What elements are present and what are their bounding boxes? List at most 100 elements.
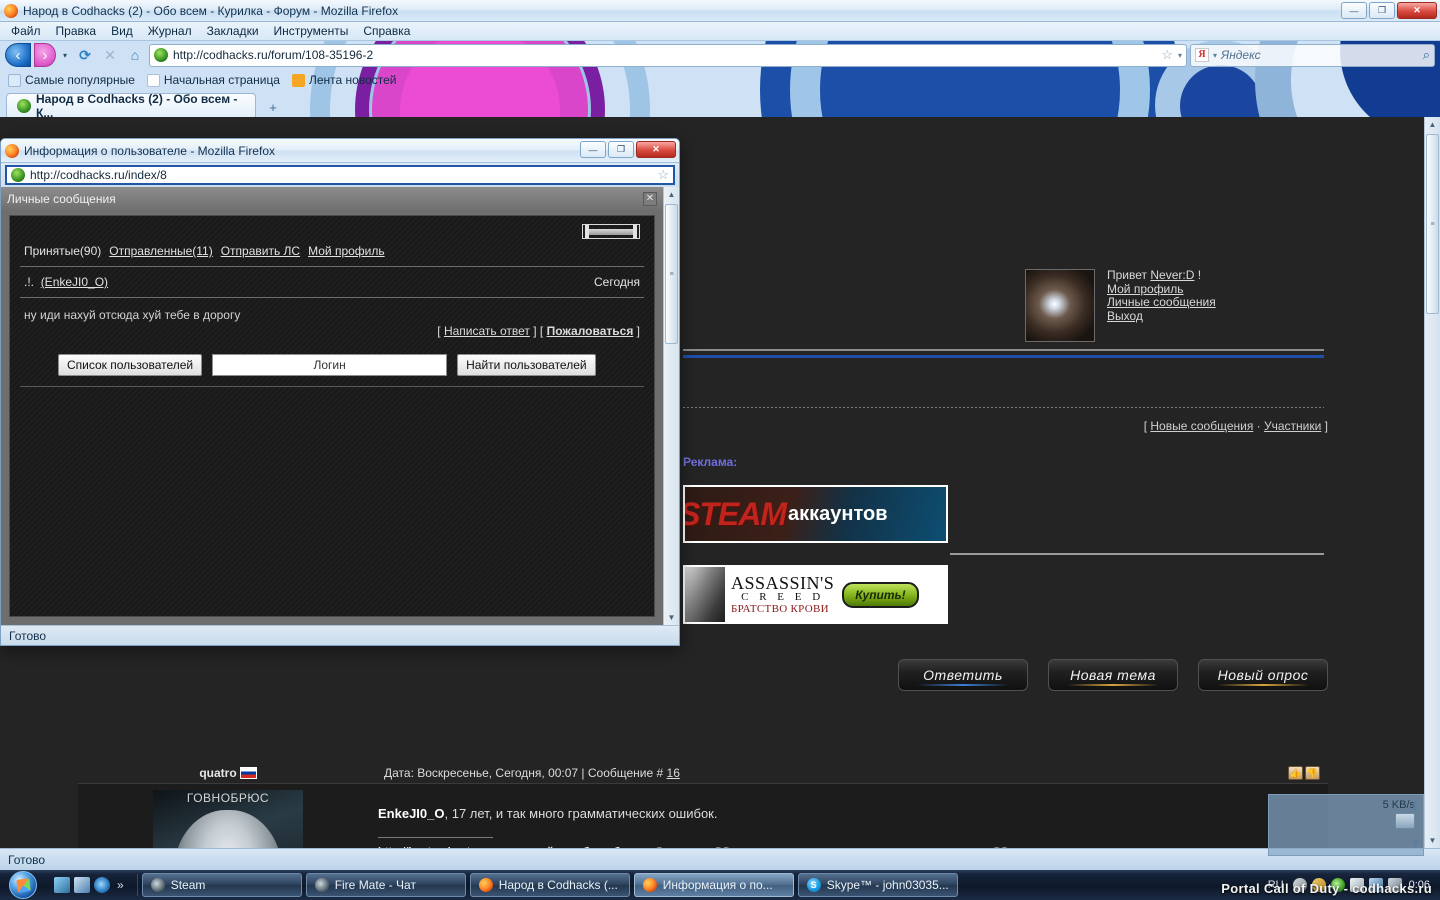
close-button[interactable]: ✕ xyxy=(1397,2,1437,19)
maximize-button[interactable]: ❐ xyxy=(1369,2,1395,19)
popup-scrollbar-thumb[interactable]: ≡ xyxy=(665,204,678,344)
quick-launch-overflow-icon[interactable]: » xyxy=(114,878,127,892)
post-author-name[interactable]: quatro xyxy=(199,766,236,780)
forum-nav-links: [ Новые сообщения · Участники ] xyxy=(1144,419,1328,433)
new-tab-button[interactable]: + xyxy=(260,97,286,117)
internet-explorer-icon[interactable] xyxy=(94,877,110,893)
pm-slider-widget[interactable] xyxy=(582,224,640,239)
back-button-icon[interactable]: ‹ xyxy=(5,43,31,67)
firefox-logo-icon xyxy=(4,3,18,18)
yandex-icon[interactable]: Я xyxy=(1195,48,1209,62)
language-indicator[interactable]: RU xyxy=(1264,878,1288,892)
pm-report-link[interactable]: Пожаловаться xyxy=(547,324,634,338)
pm-write-reply-link[interactable]: Написать ответ xyxy=(444,324,530,338)
tray-icon-antivirus[interactable] xyxy=(1330,878,1345,892)
popup-scrollbar[interactable]: ▲ ≡ ▼ xyxy=(663,187,679,625)
link-logout[interactable]: Выход xyxy=(1107,309,1143,323)
pm-tab-sent[interactable]: Отправленные(11) xyxy=(109,244,212,258)
link-new-messages[interactable]: Новые сообщения xyxy=(1150,419,1253,433)
popup-bookmark-star-icon[interactable]: ☆ xyxy=(657,167,669,183)
history-dropdown-icon[interactable]: ▾ xyxy=(59,43,71,67)
main-window-titlebar[interactable]: Народ в Codhacks (2) - Обо всем - Курилк… xyxy=(0,0,1440,22)
popup-scroll-up-icon[interactable]: ▲ xyxy=(668,187,676,202)
scroll-down-arrow-icon[interactable]: ▼ xyxy=(1429,833,1437,848)
banner-steam-accounts[interactable]: STEAM аккаунтов xyxy=(683,485,948,543)
pm-tab-send[interactable]: Отправить ЛС xyxy=(221,244,300,258)
new-poll-button[interactable]: Новый опрос xyxy=(1198,659,1328,691)
url-dropdown-icon[interactable]: ▾ xyxy=(1178,51,1182,60)
rate-down-icon[interactable]: 👎 xyxy=(1305,765,1320,780)
tray-icon-network[interactable] xyxy=(1368,878,1383,892)
rate-up-icon[interactable]: 👍 xyxy=(1288,765,1303,780)
bookmark-news-feed[interactable]: Лента новостей xyxy=(291,73,396,87)
scroll-up-arrow-icon[interactable]: ▲ xyxy=(1429,117,1437,132)
login-input[interactable]: Логин xyxy=(212,354,448,376)
taskbar-button-codhacks[interactable]: Народ в Codhacks (... xyxy=(469,873,630,897)
popup-scroll-down-icon[interactable]: ▼ xyxy=(668,610,676,625)
bookmark-most-visited[interactable]: Самые популярные xyxy=(8,73,135,87)
tray-icon-volume[interactable] xyxy=(1387,878,1402,892)
taskbar-button-skype[interactable]: S Skype™ - john03035... xyxy=(797,873,958,897)
reload-icon[interactable]: ⟳ xyxy=(74,44,96,66)
menu-item-file[interactable]: Файл xyxy=(4,22,48,40)
link-members[interactable]: Участники xyxy=(1264,419,1321,433)
show-desktop-icon[interactable] xyxy=(54,877,70,893)
taskbar-button-user-info[interactable]: Информация о по... xyxy=(633,873,794,897)
forward-button-icon[interactable]: › xyxy=(34,43,56,67)
pm-tab-inbox[interactable]: Принятые(90) xyxy=(24,244,101,258)
post-number-link[interactable]: 16 xyxy=(667,766,680,780)
switch-window-icon[interactable] xyxy=(74,877,90,893)
search-input[interactable]: Яндекс xyxy=(1221,48,1419,62)
taskbar-button-fire-mate[interactable]: Fire Mate - Чат xyxy=(305,873,466,897)
taskbar-button-label: Информация о по... xyxy=(662,878,773,892)
link-private-messages[interactable]: Личные сообщения xyxy=(1107,295,1216,309)
home-icon[interactable]: ⌂ xyxy=(124,44,146,66)
link-my-profile[interactable]: Мой профиль xyxy=(1107,282,1184,296)
tray-icon-battery[interactable] xyxy=(1349,878,1364,892)
nav-separator: · xyxy=(1253,419,1264,433)
menu-item-tools[interactable]: Инструменты xyxy=(267,22,356,40)
menu-item-view[interactable]: Вид xyxy=(104,22,140,40)
minimize-button[interactable]: — xyxy=(1341,2,1367,19)
start-button[interactable] xyxy=(2,871,44,899)
greeting-username-link[interactable]: Never:D xyxy=(1150,268,1194,282)
slider-bar[interactable] xyxy=(589,228,633,235)
taskbar-button-steam[interactable]: Steam xyxy=(141,873,302,897)
slider-knob-right[interactable] xyxy=(633,225,637,238)
banner-buy-button[interactable]: Купить! xyxy=(842,581,919,608)
popup-maximize-button[interactable]: ❐ xyxy=(608,141,634,158)
tray-icon-1[interactable] xyxy=(1292,878,1307,892)
download-scroll-down-icon[interactable]: ▼ xyxy=(1409,836,1422,851)
popup-url-bar[interactable]: http://codhacks.ru/index/8 ☆ xyxy=(5,165,675,185)
search-engine-dropdown-icon[interactable]: ▾ xyxy=(1213,51,1217,60)
popup-close-button[interactable]: ✕ xyxy=(636,141,676,158)
tray-icon-2[interactable] xyxy=(1311,878,1326,892)
pm-tab-profile[interactable]: Мой профиль xyxy=(308,244,385,258)
new-topic-button[interactable]: Новая тема xyxy=(1048,659,1178,691)
url-bar[interactable]: http://codhacks.ru/forum/108-35196-2 ☆ ▾ xyxy=(149,43,1187,67)
pm-close-icon[interactable]: ✕ xyxy=(643,192,657,206)
tab-active[interactable]: Народ в Codhacks (2) - Обо всем - К... xyxy=(6,92,256,120)
page-scrollbar[interactable]: ▲ ≡ ▼ xyxy=(1424,117,1440,848)
popup-titlebar[interactable]: Информация о пользователе - Mozilla Fire… xyxy=(1,139,679,163)
pm-report-bracket-close: ] xyxy=(633,324,640,338)
popup-minimize-button[interactable]: — xyxy=(580,141,606,158)
find-users-button[interactable]: Найти пользователей xyxy=(457,354,596,376)
menu-item-edit[interactable]: Правка xyxy=(49,22,104,40)
taskbar-clock[interactable]: 0:06 xyxy=(1407,879,1430,891)
stop-icon[interactable]: ✕ xyxy=(99,44,121,66)
download-scroll-up-icon[interactable]: ⬇ xyxy=(1410,799,1421,815)
pm-sender-link[interactable]: (EnkeJI0_O) xyxy=(41,275,108,289)
search-icon[interactable]: ⌕ xyxy=(1423,47,1430,63)
menu-item-history[interactable]: Журнал xyxy=(141,22,199,40)
download-panel-scroll[interactable]: ⬇ ▼ xyxy=(1404,796,1426,854)
scrollbar-thumb[interactable]: ≡ xyxy=(1426,134,1439,314)
menu-item-help[interactable]: Справка xyxy=(356,22,417,40)
reply-button[interactable]: Ответить xyxy=(898,659,1028,691)
search-bar[interactable]: Я ▾ Яндекс ⌕ xyxy=(1190,43,1435,67)
user-list-button[interactable]: Список пользователей xyxy=(58,354,203,376)
bookmark-home-page[interactable]: Начальная страница xyxy=(146,73,280,87)
bookmark-star-icon[interactable]: ☆ xyxy=(1161,47,1173,63)
banner-assassins-creed[interactable]: ASSASSIN'S C R E E D БРАТСТВО КРОВИ Купи… xyxy=(683,565,948,624)
menu-item-bookmarks[interactable]: Закладки xyxy=(200,22,266,40)
